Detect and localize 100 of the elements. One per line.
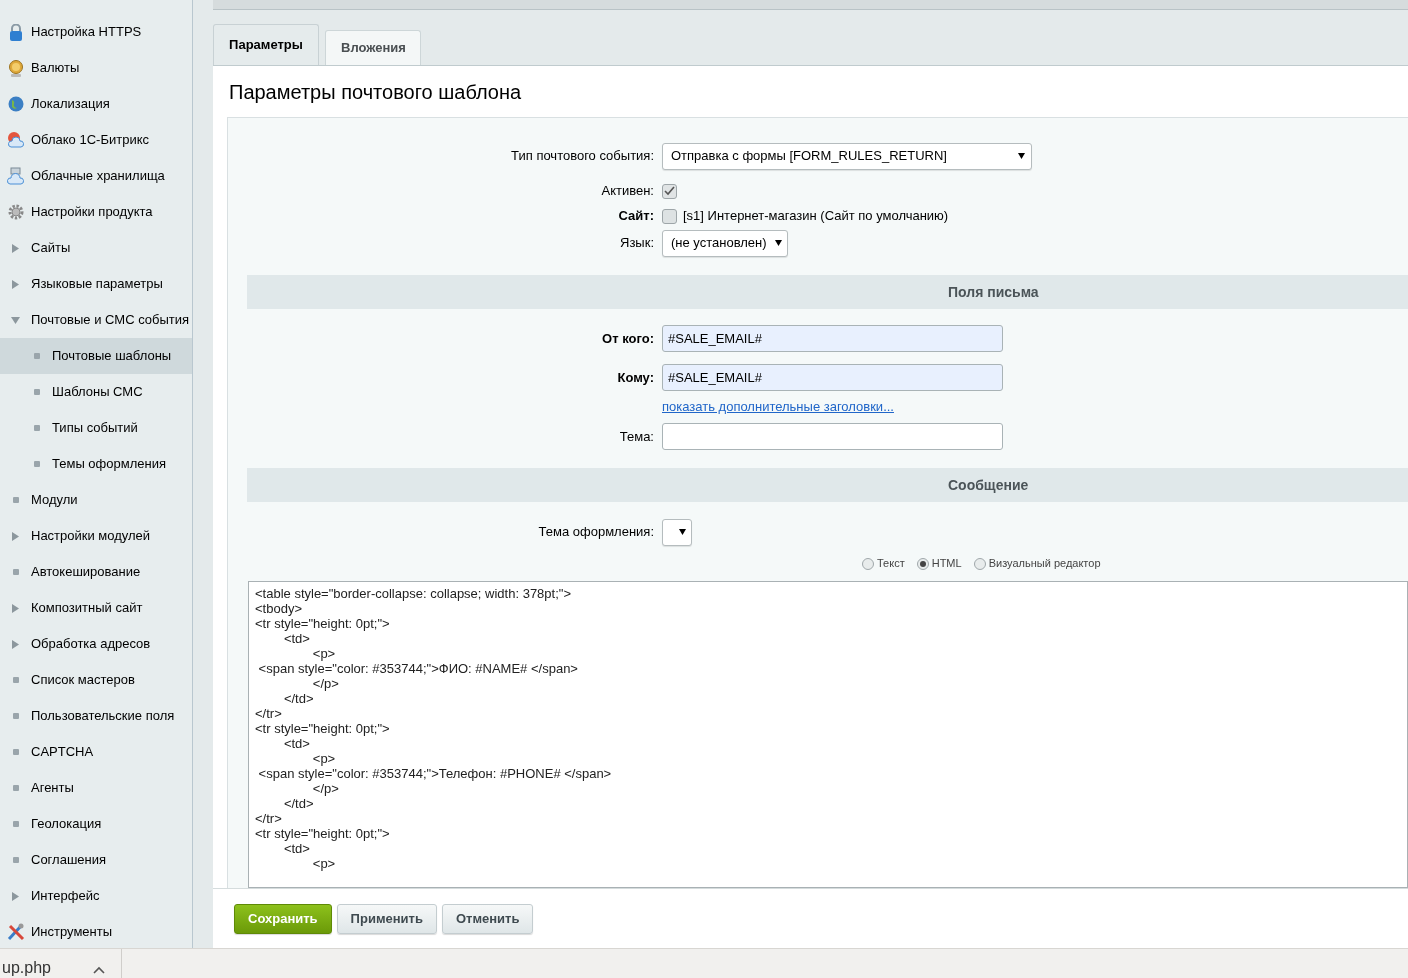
lock-icon: [7, 23, 24, 41]
sidebar-item[interactable]: Шаблоны СМС: [0, 374, 192, 410]
collapsed-arrow-icon[interactable]: [12, 279, 19, 289]
sidebar-item[interactable]: Агенты: [0, 770, 192, 806]
field-label: Сайт:: [618, 208, 654, 224]
sidebar-item[interactable]: Настройки модулей: [0, 518, 192, 554]
sidebar-item[interactable]: Типы событий: [0, 410, 192, 446]
section-header: Поля письма: [948, 282, 1039, 302]
bullet-icon: [12, 785, 19, 791]
sidebar-item[interactable]: Инструменты: [0, 914, 192, 950]
sidebar-item[interactable]: Модули: [0, 482, 192, 518]
sidebar-item[interactable]: Пользовательские поля: [0, 698, 192, 734]
code-line: <td>: [282, 631, 311, 646]
caret-icon[interactable]: [1018, 153, 1025, 159]
bullet-icon: [12, 749, 19, 755]
code-line: </td>: [282, 796, 315, 811]
field-label: Язык:: [620, 235, 654, 251]
bullet-icon: [12, 497, 19, 503]
checkbox[interactable]: [662, 183, 677, 199]
bullet-icon: [33, 353, 40, 359]
theme-select[interactable]: [662, 518, 692, 546]
sidebar-item[interactable]: Почтовые и СМС события: [0, 302, 192, 338]
sidebar-item[interactable]: Почтовые шаблоны: [0, 338, 192, 374]
bullet-icon: [12, 677, 19, 683]
sidebar-item[interactable]: Валюты: [0, 50, 192, 86]
code-line: </tr>: [255, 811, 283, 826]
bullet-icon: [33, 425, 40, 431]
field-label: Тема:: [619, 428, 654, 444]
message-editor[interactable]: [248, 581, 1408, 888]
code-line: </tr>: [255, 706, 283, 721]
code-line: <table style="border-collapse: collapse; width: 378pt;">: [255, 586, 572, 601]
sidebar-item[interactable]: Автокеширование: [0, 554, 192, 590]
code-line: </p>: [311, 676, 340, 691]
caret-icon[interactable]: [774, 240, 782, 246]
page-title: Параметры почтового шаблона: [229, 79, 522, 105]
form-button[interactable]: Применить: [336, 903, 437, 934]
settings-icon: [7, 204, 24, 220]
collapsed-arrow-icon[interactable]: [12, 639, 19, 649]
form-button[interactable]: Отменить: [441, 903, 534, 934]
sidebar-item[interactable]: Темы оформления: [0, 446, 192, 482]
chevron-up-icon[interactable]: [93, 966, 105, 974]
field-label: Кому:: [617, 369, 654, 385]
collapsed-arrow-icon[interactable]: [12, 531, 19, 541]
expanded-arrow-icon[interactable]: [11, 316, 20, 324]
input-field[interactable]: [662, 423, 1003, 450]
section-header: Сообщение: [948, 475, 1029, 495]
sidebar-item[interactable]: Настройки продукта: [0, 194, 192, 230]
code-line: <p>: [311, 856, 337, 871]
radio-option[interactable]: Визуальный редактор: [973, 555, 1101, 572]
download-filename[interactable]: up.php: [2, 960, 51, 976]
collapsed-arrow-icon[interactable]: [12, 891, 19, 901]
sidebar-item[interactable]: Облачные хранилища: [0, 158, 192, 194]
sidebar-item[interactable]: Композитный сайт: [0, 590, 192, 626]
code-line: <td>: [282, 841, 311, 856]
code-line: <tr style="height: 0pt;">: [255, 721, 391, 736]
bullet-icon: [33, 389, 40, 395]
tab[interactable]: Параметры: [213, 24, 319, 65]
code-line: </td>: [282, 691, 315, 706]
bullet-icon: [12, 821, 19, 827]
language-select[interactable]: (не установлен): [662, 229, 788, 257]
code-line: <span style="color: #353744;">Телефон: #PHONE# </span>: [257, 766, 613, 781]
code-line: <tr style="height: 0pt;">: [255, 826, 391, 841]
sidebar-item[interactable]: Соглашения: [0, 842, 192, 878]
sidebar-item[interactable]: Языковые параметры: [0, 266, 192, 302]
bullet-icon: [12, 857, 19, 863]
event-type-select[interactable]: Отправка с формы [FORM_RULES_RETURN]: [662, 142, 1032, 170]
sidebar-item[interactable]: Настройка HTTPS: [0, 14, 192, 50]
code-line: <p>: [311, 646, 337, 661]
field-label: Активен:: [601, 183, 654, 199]
caret-icon[interactable]: [679, 529, 686, 535]
tab[interactable]: Вложения: [325, 30, 421, 65]
tools-icon: [6, 923, 25, 941]
radio-option[interactable]: Текст: [862, 555, 905, 572]
sidebar-item[interactable]: CAPTCHA: [0, 734, 192, 770]
sidebar-item[interactable]: Интерфейс: [0, 878, 192, 914]
code-line: <tr style="height: 0pt;">: [255, 616, 391, 631]
show-headers-link[interactable]: показать дополнительные заголовки...: [662, 397, 894, 417]
field-label: Тип почтового события:: [511, 148, 654, 164]
checkbox[interactable]: [662, 208, 677, 224]
code-line: </p>: [311, 781, 340, 796]
field-label: От кого:: [602, 330, 654, 346]
checkbox-label: [s1] Интернет-магазин (Сайт по умолчанию): [683, 207, 949, 226]
sidebar-item[interactable]: Сайты: [0, 230, 192, 266]
bullet-icon: [12, 569, 19, 575]
sidebar-item[interactable]: Список мастеров: [0, 662, 192, 698]
sidebar-item[interactable]: Геолокация: [0, 806, 192, 842]
collapsed-arrow-icon[interactable]: [12, 243, 19, 253]
sidebar-item[interactable]: Облако 1С-Битрикс: [0, 122, 192, 158]
input-field[interactable]: #SALE_EMAIL#: [662, 364, 1003, 391]
collapsed-arrow-icon[interactable]: [12, 603, 19, 613]
code-line: <span style="color: #353744;">ФИО: #NAME# </span>: [257, 661, 579, 676]
radio-option[interactable]: HTML: [916, 555, 962, 572]
field-label: Тема оформления:: [538, 524, 654, 540]
code-line: <p>: [311, 751, 337, 766]
input-field[interactable]: #SALE_EMAIL#: [662, 325, 1003, 352]
coin-icon: [7, 59, 24, 77]
sidebar-item[interactable]: Локализация: [0, 86, 192, 122]
sidebar-item[interactable]: Обработка адресов: [0, 626, 192, 662]
code-line: <td>: [282, 736, 311, 751]
cloud-icon: [6, 131, 25, 149]
